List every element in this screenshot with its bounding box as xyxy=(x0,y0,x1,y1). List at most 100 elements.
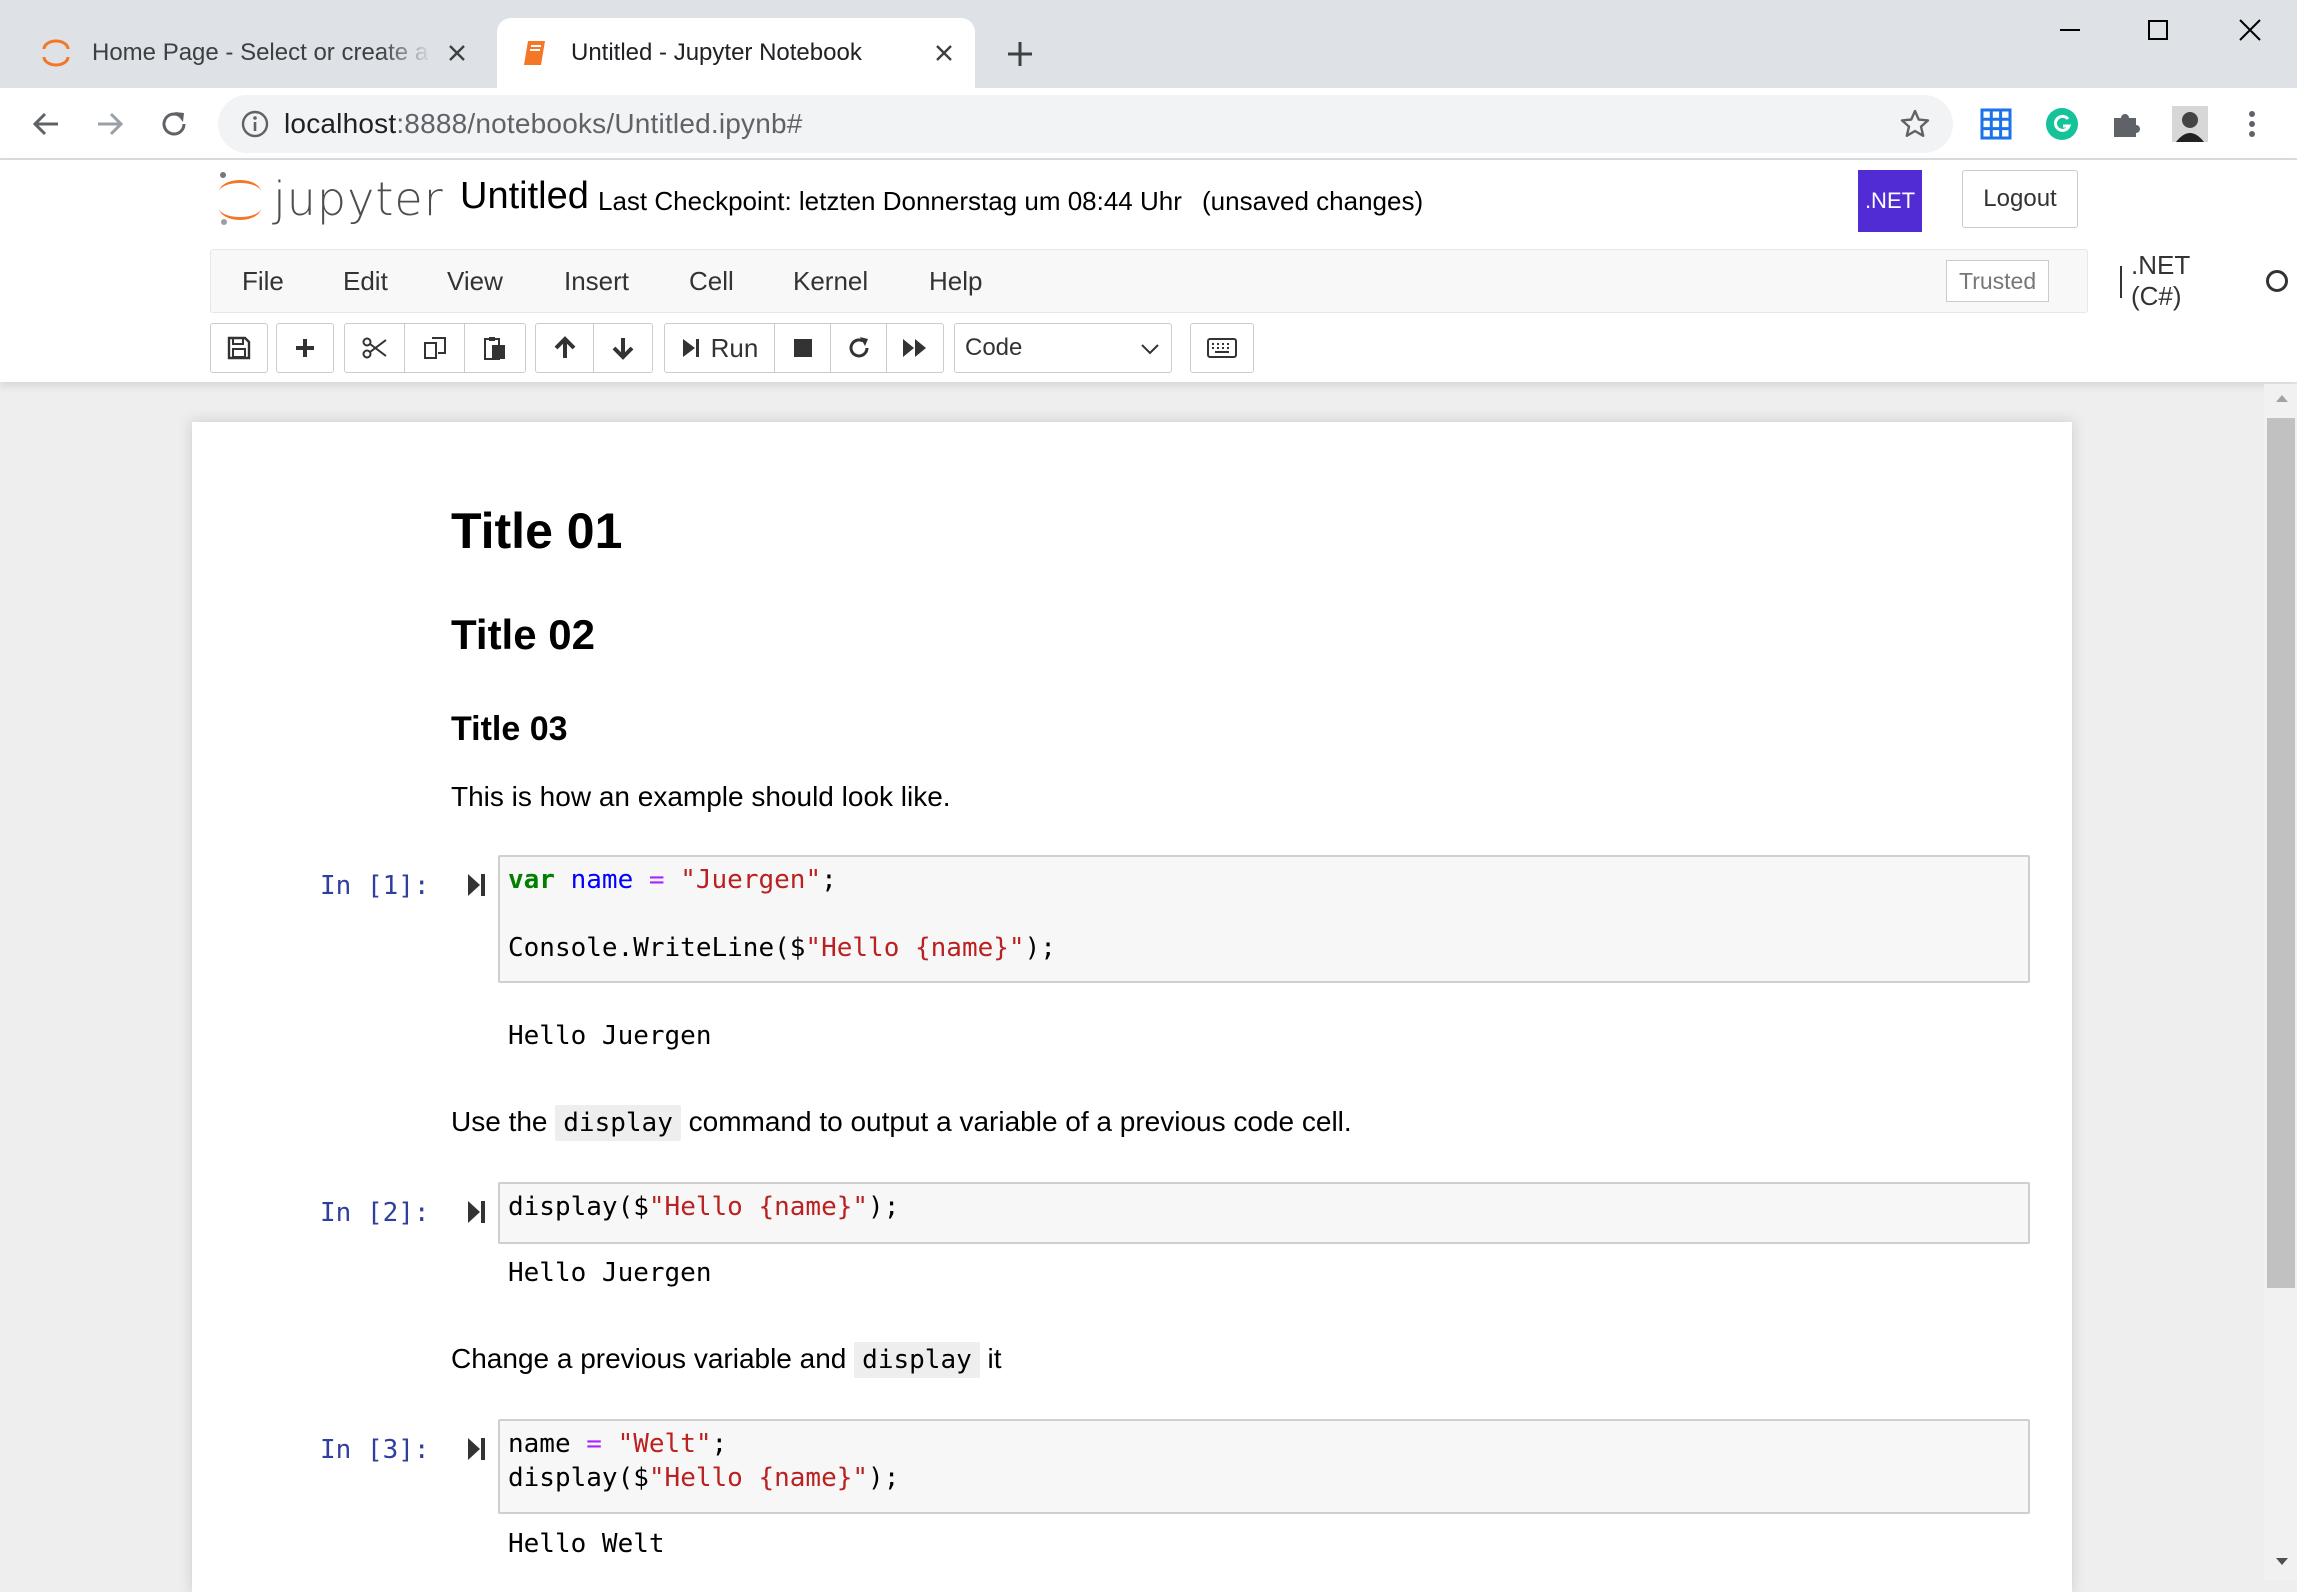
browser-tabbar: Home Page - Select or create a new noteb… xyxy=(0,0,2297,88)
code-token: display($ xyxy=(508,1463,649,1493)
code-token: var xyxy=(508,865,555,895)
avatar-icon xyxy=(2172,106,2208,142)
tab-title: Home Page - Select or create a new noteb… xyxy=(92,39,432,66)
paste-icon xyxy=(484,337,505,360)
markdown-heading-1[interactable]: Title 01 xyxy=(451,502,622,560)
markdown-paragraph-display[interactable]: Use the display command to output a vari… xyxy=(451,1105,1352,1141)
grammarly-extension-button[interactable] xyxy=(2042,104,2082,144)
menu-view[interactable]: View xyxy=(447,250,503,312)
code-token: Console.WriteLine($ xyxy=(508,933,806,963)
forward-button[interactable] xyxy=(88,102,132,146)
cell-type-select[interactable]: Code xyxy=(954,323,1172,373)
cell-2-output: Hello Juergen xyxy=(508,1258,712,1288)
new-tab-button[interactable] xyxy=(1000,34,1040,74)
code-cell-1-input[interactable]: var name = "Juergen"; Console.WriteLine(… xyxy=(498,855,2030,983)
markdown-heading-3[interactable]: Title 03 xyxy=(451,710,568,749)
code-token: ); xyxy=(1024,933,1056,963)
grid-extension-button[interactable] xyxy=(1976,104,2016,144)
code-token: ; xyxy=(711,1429,728,1459)
code-cell-2-input[interactable]: display($"Hello {name}"); xyxy=(498,1182,2030,1244)
copy-button[interactable] xyxy=(405,324,465,372)
save-button[interactable] xyxy=(211,324,267,372)
command-palette-button[interactable] xyxy=(1191,324,1253,372)
more-vertical-icon xyxy=(2249,111,2255,137)
jupyter-logo[interactable]: jupyter xyxy=(215,170,444,228)
chevron-down-icon xyxy=(1141,344,1159,355)
code-token: "Hello {name}" xyxy=(648,1463,869,1493)
trusted-indicator[interactable]: Trusted xyxy=(1946,260,2050,302)
close-window-button[interactable] xyxy=(2220,10,2280,50)
edit-group xyxy=(344,323,526,373)
tab-title: Untitled - Jupyter Notebook xyxy=(571,39,862,66)
move-group xyxy=(535,323,653,373)
code-token: ); xyxy=(868,1463,900,1493)
insert-group xyxy=(276,323,334,373)
markdown-paragraph-intro[interactable]: This is how an example should look like. xyxy=(451,781,951,813)
menu-cell[interactable]: Cell xyxy=(689,250,734,312)
bookmark-star-icon[interactable] xyxy=(1899,108,1931,140)
markdown-paragraph-change[interactable]: Change a previous variable and display i… xyxy=(451,1342,1002,1378)
minimize-button[interactable] xyxy=(2040,10,2100,50)
kernel-logo-badge: .NET xyxy=(1858,170,1922,232)
code-cell-3-input[interactable]: name = "Welt"; display($"Hello {name}"); xyxy=(498,1419,2030,1514)
close-icon[interactable] xyxy=(442,38,472,68)
restart-button[interactable] xyxy=(831,324,887,372)
jupyter-favicon-icon xyxy=(42,39,70,67)
move-up-button[interactable] xyxy=(536,324,594,372)
notebook-container xyxy=(192,422,2072,1592)
scroll-down-arrow-icon[interactable] xyxy=(2274,1556,2290,1568)
kernel-name[interactable]: .NET (C#) xyxy=(2131,250,2190,312)
plus-icon xyxy=(1008,42,1032,66)
move-down-button[interactable] xyxy=(594,324,652,372)
url-text[interactable]: localhost:8888/notebooks/Untitled.ipynb# xyxy=(284,108,803,140)
run-cell-icon[interactable] xyxy=(466,872,488,898)
run-cell-icon[interactable] xyxy=(466,1199,488,1225)
restart-run-all-button[interactable] xyxy=(887,324,943,372)
notebook-name[interactable]: Untitled xyxy=(460,175,589,218)
code-token: name xyxy=(508,1429,571,1459)
menu-edit[interactable]: Edit xyxy=(343,250,388,312)
kernel-separator xyxy=(2120,266,2122,298)
grid-icon xyxy=(1980,108,2012,140)
keyboard-icon xyxy=(1207,338,1237,358)
browser-menu-button[interactable] xyxy=(2232,104,2272,144)
copy-icon xyxy=(423,337,446,359)
tab-home-page[interactable]: Home Page - Select or create a new noteb… xyxy=(18,18,488,88)
menu-file[interactable]: File xyxy=(242,250,284,312)
menu-insert[interactable]: Insert xyxy=(564,250,629,312)
run-cell-icon[interactable] xyxy=(466,1436,488,1462)
scroll-up-arrow-icon[interactable] xyxy=(2274,392,2290,404)
paste-button[interactable] xyxy=(465,324,525,372)
tab-untitled-notebook[interactable]: Untitled - Jupyter Notebook xyxy=(497,18,975,88)
reload-button[interactable] xyxy=(152,102,196,146)
minimize-icon xyxy=(2060,29,2080,31)
fast-forward-icon xyxy=(903,339,926,357)
extensions-button[interactable] xyxy=(2106,104,2146,144)
info-icon[interactable] xyxy=(240,109,270,139)
markdown-heading-2[interactable]: Title 02 xyxy=(451,611,595,659)
logout-button[interactable]: Logout xyxy=(1962,170,2078,228)
menu-help[interactable]: Help xyxy=(929,250,982,312)
arrow-right-icon xyxy=(98,112,124,136)
cell-3-prompt: In [3]: xyxy=(320,1435,430,1465)
stop-icon xyxy=(793,339,812,357)
run-button[interactable]: Run xyxy=(665,324,775,372)
profile-avatar[interactable] xyxy=(2170,104,2210,144)
insert-cell-button[interactable] xyxy=(277,324,333,372)
run-label: Run xyxy=(710,332,759,363)
scrollbar-thumb[interactable] xyxy=(2267,418,2295,1288)
address-bar[interactable]: localhost:8888/notebooks/Untitled.ipynb# xyxy=(218,95,1953,153)
back-button[interactable] xyxy=(24,102,68,146)
inline-code: display xyxy=(555,1105,681,1141)
arrow-down-icon xyxy=(612,338,634,360)
cut-button[interactable] xyxy=(345,324,405,372)
save-group xyxy=(210,323,268,373)
interrupt-button[interactable] xyxy=(775,324,831,372)
close-icon[interactable] xyxy=(929,38,959,68)
maximize-button[interactable] xyxy=(2128,10,2188,50)
menu-kernel[interactable]: Kernel xyxy=(793,250,868,312)
text-segment: Change a previous variable and xyxy=(451,1343,847,1374)
jupyter-logo-icon xyxy=(219,172,261,225)
close-icon xyxy=(2239,19,2261,41)
grammarly-icon xyxy=(2046,108,2078,140)
